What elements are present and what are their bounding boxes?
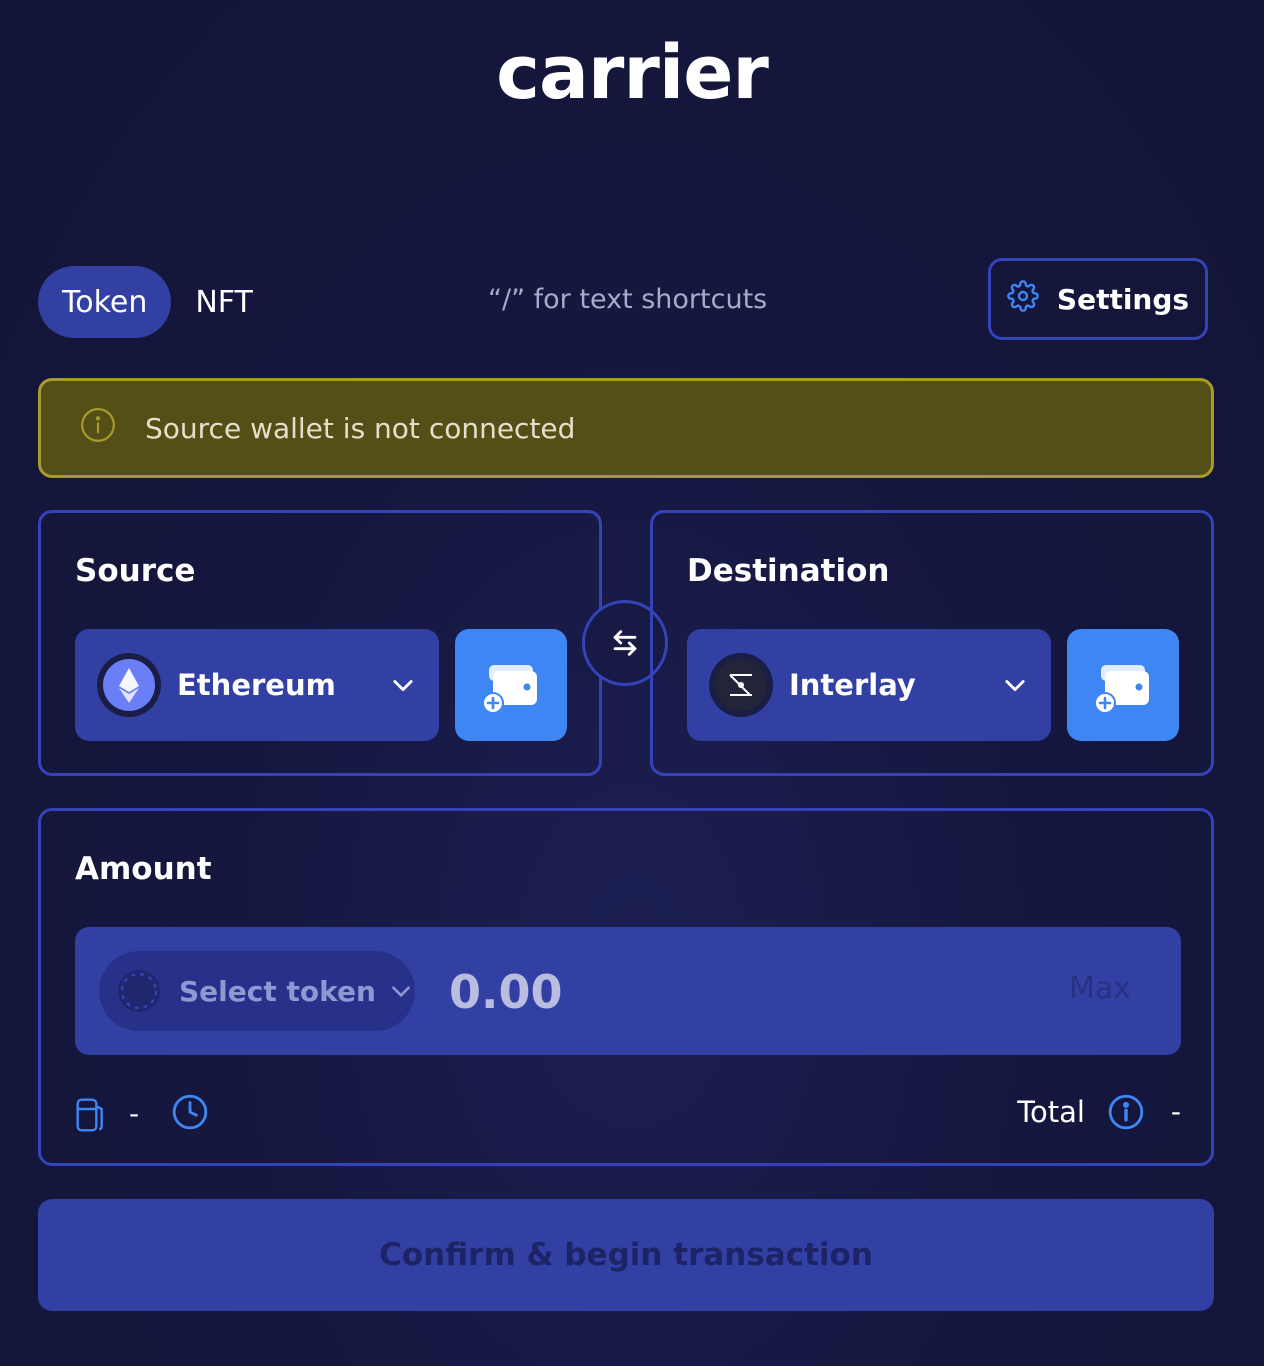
select-token-button[interactable]: Select token — [99, 951, 415, 1031]
settings-label: Settings — [1056, 282, 1190, 316]
max-button[interactable]: Max — [1069, 971, 1131, 1006]
swap-arrows-icon — [613, 630, 637, 656]
token-placeholder-icon — [118, 970, 160, 1012]
settings-button[interactable]: Settings — [988, 258, 1208, 340]
select-token-label: Select token — [179, 974, 376, 1008]
alert-text: Source wallet is not connected — [145, 411, 576, 445]
wallet-not-connected-alert: Source wallet is not connected — [38, 378, 1214, 478]
fee-value: - — [129, 1097, 140, 1130]
ethereum-logo — [97, 653, 161, 717]
chevron-down-icon — [1005, 680, 1025, 692]
source-panel: Source Ethereum — [38, 510, 602, 776]
destination-add-wallet-button[interactable] — [1067, 629, 1179, 741]
clock-icon — [172, 1094, 208, 1130]
amount-input[interactable] — [447, 957, 1011, 1027]
source-title: Source — [75, 553, 196, 589]
tab-nft[interactable]: NFT — [171, 266, 277, 338]
fee-summary-row: - Total - — [75, 1093, 1181, 1133]
carrier-logo: carrier — [496, 30, 769, 116]
destination-chain-name: Interlay — [789, 668, 916, 702]
total-label: Total — [1017, 1095, 1085, 1129]
info-icon[interactable] — [1107, 1093, 1145, 1131]
gear-icon — [1007, 279, 1039, 319]
chevron-down-icon — [393, 680, 413, 692]
confirm-transaction-button[interactable]: Confirm & begin transaction — [38, 1199, 1214, 1311]
chevron-down-icon — [392, 986, 410, 997]
source-add-wallet-button[interactable] — [455, 629, 567, 741]
shortcut-hint: “/” for text shortcuts — [488, 284, 768, 315]
tab-token[interactable]: Token — [38, 266, 172, 338]
add-wallet-icon — [1094, 665, 1149, 714]
info-icon — [79, 406, 117, 451]
source-chain-select[interactable]: Ethereum — [75, 629, 439, 741]
amount-input-box: Select token Max — [75, 927, 1181, 1055]
destination-chain-select[interactable]: Interlay — [687, 629, 1051, 741]
destination-panel: Destination Interlay — [650, 510, 1214, 776]
amount-panel: Amount Select token Max - Total - — [38, 808, 1214, 1166]
destination-title: Destination — [687, 553, 890, 589]
add-wallet-icon — [482, 665, 537, 714]
source-chain-name: Ethereum — [177, 668, 336, 702]
interlay-logo — [709, 653, 773, 717]
amount-title: Amount — [75, 851, 212, 887]
transfer-type-tabs: Token NFT — [38, 266, 277, 338]
total-value: - — [1170, 1095, 1181, 1128]
gas-pump-icon — [76, 1098, 103, 1132]
